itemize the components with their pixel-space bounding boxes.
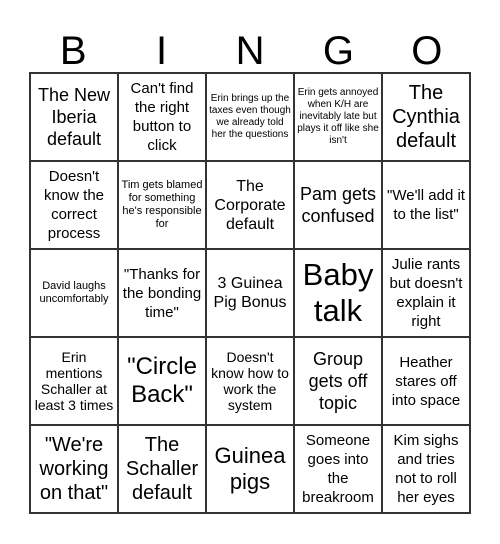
bingo-cell[interactable]: The Schaller default [118,425,206,513]
bingo-cell[interactable]: Pam gets confused [294,161,382,249]
bingo-cell[interactable]: Group gets off topic [294,337,382,425]
cell-text: Group gets off topic [308,349,368,413]
cell-text: Doesn't know the correct process [43,168,105,242]
bingo-cell[interactable]: Doesn't know the correct process [30,161,118,249]
bingo-cell[interactable]: Erin brings up the taxes even though we … [206,73,294,161]
bingo-header: B I N G O [29,30,471,72]
cell-text: Erin mentions Schaller at least 3 times [34,349,114,413]
cell-text: "Thanks for the bonding time" [122,265,202,321]
header-letter-o: O [411,29,443,73]
header-letter-n: N [235,29,265,73]
bingo-cell[interactable]: David laughs uncomfortably [30,249,118,337]
cell-text: David laughs uncomfortably [39,280,109,305]
cell-text: 3 Guinea Pig Bonus [213,275,287,311]
bingo-cell[interactable]: "We're working on that" [30,425,118,513]
bingo-cell[interactable]: The New Iberia default [30,73,118,161]
cell-text: "Circle Back" [127,353,197,408]
bingo-cell[interactable]: Baby talk [294,249,382,337]
cell-text: "We'll add it to the list" [387,187,465,223]
cell-text: Heather stares off into space [391,353,461,409]
bingo-cell[interactable]: Someone goes into the breakroom [294,425,382,513]
cell-text: Julie rants but doesn't explain it right [389,256,463,330]
bingo-cell[interactable]: Tim gets blamed for something he's respo… [118,161,206,249]
cell-text: Someone goes into the breakroom [302,432,374,506]
header-letter-i: I [156,29,168,73]
cell-text: Erin gets annoyed when K/H are inevitabl… [297,87,379,146]
header-letter-b: B [59,29,87,73]
cell-text: Guinea pigs [214,443,286,494]
bingo-cell[interactable]: Julie rants but doesn't explain it right [382,249,470,337]
cell-text: Tim gets blamed for something he's respo… [121,179,203,230]
bingo-grid: The New Iberia default Can't find the ri… [29,72,471,514]
cell-text: Baby talk [302,257,374,328]
cell-text: Can't find the right button to click [130,80,194,154]
bingo-cell[interactable]: Guinea pigs [206,425,294,513]
bingo-cell[interactable]: Erin mentions Schaller at least 3 times [30,337,118,425]
cell-text: The Corporate default [214,177,286,233]
cell-text: Doesn't know how to work the system [211,349,289,413]
bingo-cell[interactable]: Doesn't know how to work the system [206,337,294,425]
bingo-cell[interactable]: The Corporate default [206,161,294,249]
bingo-cell[interactable]: Erin gets annoyed when K/H are inevitabl… [294,73,382,161]
header-letter-g: G [322,29,354,73]
bingo-cell[interactable]: Kim sighs and tries not to roll her eyes [382,425,470,513]
bingo-cell[interactable]: "Circle Back" [118,337,206,425]
cell-text: The Cynthia default [392,82,460,152]
bingo-cell[interactable]: "Thanks for the bonding time" [118,249,206,337]
cell-text: Pam gets confused [299,184,377,226]
cell-text: The New Iberia default [37,85,111,149]
bingo-cell[interactable]: 3 Guinea Pig Bonus [206,249,294,337]
bingo-cell[interactable]: The Cynthia default [382,73,470,161]
cell-text: Erin brings up the taxes even though we … [209,93,291,140]
cell-text: Kim sighs and tries not to roll her eyes [393,432,459,506]
bingo-cell[interactable]: Heather stares off into space [382,337,470,425]
bingo-cell[interactable]: "We'll add it to the list" [382,161,470,249]
cell-text: "We're working on that" [39,434,109,504]
cell-text: The Schaller default [125,434,199,504]
bingo-cell[interactable]: Can't find the right button to click [118,73,206,161]
